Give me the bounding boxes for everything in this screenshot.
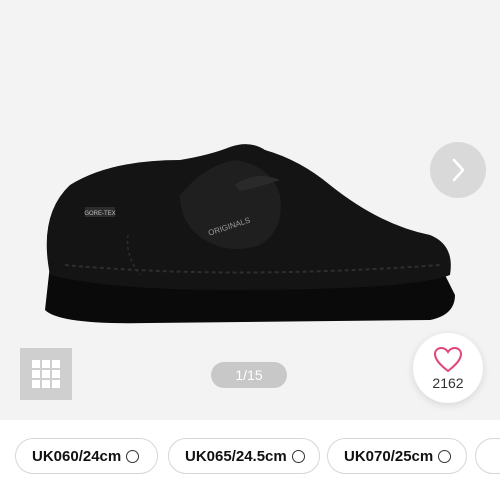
product-image-gallery[interactable]: GORE-TEX ORIGINALS 1/15 2162 — [0, 0, 500, 420]
favorite-count: 2162 — [432, 374, 464, 391]
size-option[interactable]: UK070/25cm — [327, 438, 467, 474]
heart-icon — [433, 346, 463, 372]
size-option-partial[interactable] — [475, 438, 500, 474]
size-option-label: UK060/24cm — [32, 447, 122, 465]
image-page-indicator: 1/15 — [211, 362, 287, 388]
image-grid-button[interactable] — [20, 348, 72, 400]
goretex-tag-text: GORE-TEX — [84, 211, 115, 217]
radio-icon — [438, 449, 452, 463]
grid-icon — [32, 360, 60, 388]
product-image: GORE-TEX ORIGINALS — [45, 144, 455, 324]
size-option-label: UK065/24.5cm — [185, 447, 287, 465]
radio-icon — [291, 449, 305, 463]
size-options-bar: UK060/24cm UK065/24.5cm UK070/25cm — [0, 420, 500, 500]
radio-icon — [126, 449, 140, 463]
size-option[interactable]: UK060/24cm — [15, 438, 158, 474]
size-option-label: UK070/25cm — [344, 447, 434, 465]
size-option[interactable]: UK065/24.5cm — [168, 438, 320, 474]
favorite-button[interactable]: 2162 — [413, 333, 483, 403]
chevron-right-icon — [452, 158, 465, 182]
next-image-button[interactable] — [430, 142, 486, 198]
